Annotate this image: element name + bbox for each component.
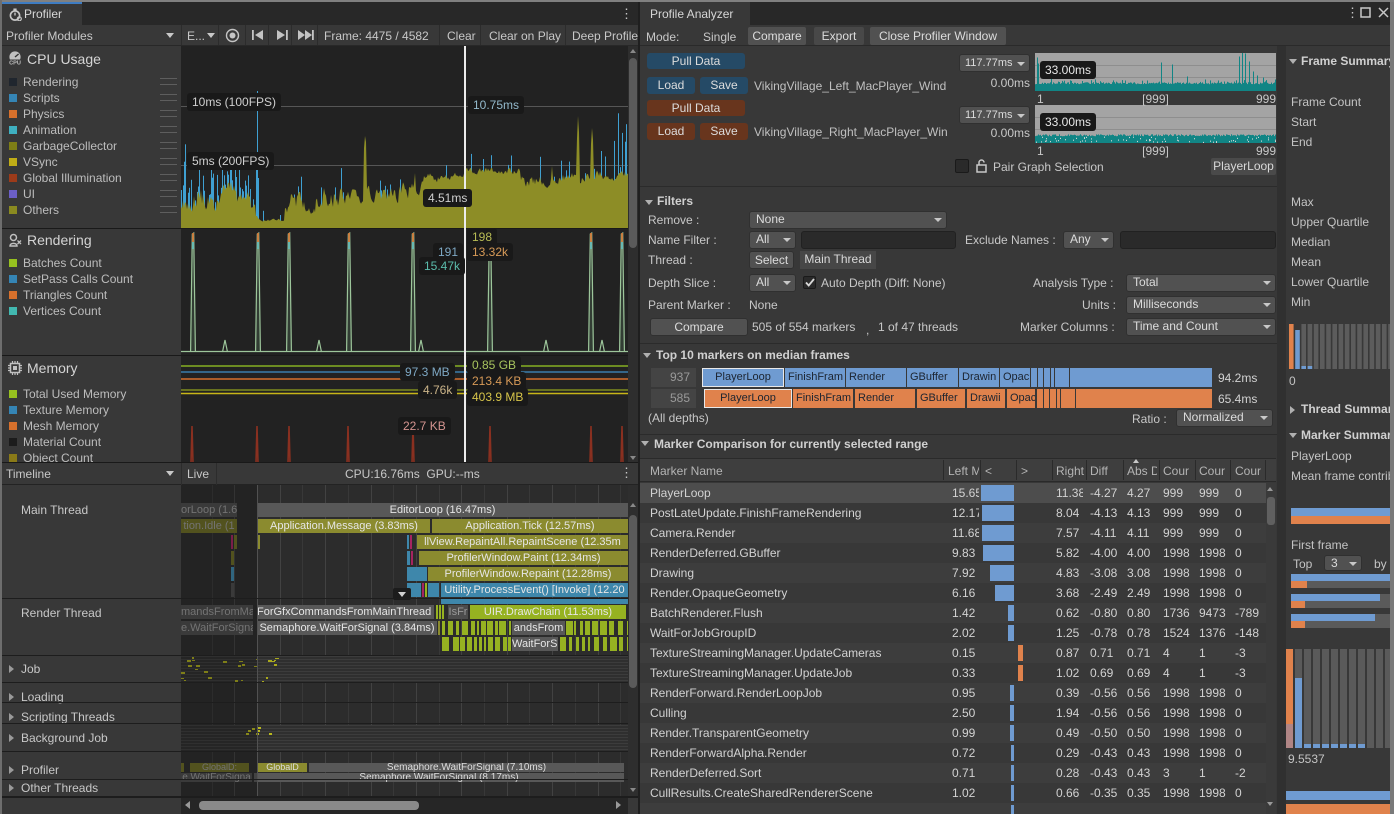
svg-text:CPU: CPU [9, 61, 21, 65]
